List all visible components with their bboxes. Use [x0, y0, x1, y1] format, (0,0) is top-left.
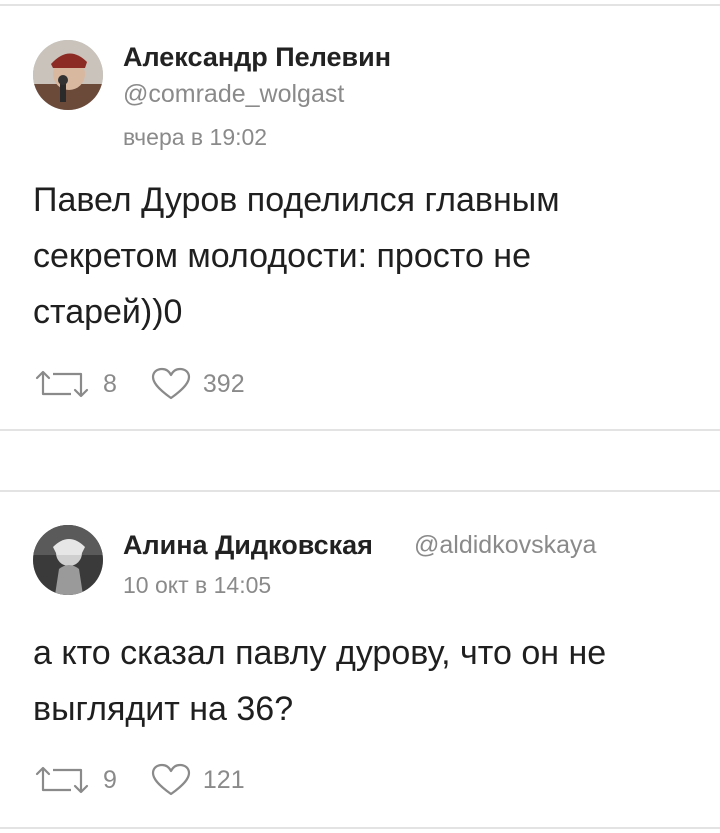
repost-icon	[35, 766, 89, 794]
post-text: а кто сказал павлу дурову, что он не выг…	[33, 625, 673, 737]
author-handle[interactable]: @aldidkovskaya	[414, 531, 596, 560]
like-count: 392	[202, 369, 245, 398]
repost-button[interactable]: 8	[33, 369, 117, 399]
author-name[interactable]: Алина Дидковская	[123, 530, 373, 561]
post-card: Алина Дидковская @aldidkovskaya 10 окт в…	[0, 492, 720, 829]
post-text-line: выглядит на 36?	[33, 690, 294, 728]
like-button[interactable]: 392	[151, 367, 245, 401]
avatar-photo	[33, 525, 103, 595]
repost-count: 8	[103, 369, 117, 398]
post-timestamp[interactable]: вчера в 19:02	[123, 124, 267, 151]
post-text-line: Павел Дуров поделился главным	[33, 181, 560, 219]
post-text-line: секретом молодости: просто не	[33, 237, 531, 275]
post-text-line: старей))0	[33, 293, 183, 331]
avatar[interactable]	[33, 40, 103, 110]
heart-icon	[151, 367, 191, 400]
like-count: 121	[202, 765, 245, 794]
post-text: Павел Дуров поделился главным секретом м…	[33, 172, 673, 340]
post-card: Александр Пелевин @comrade_wolgast вчера…	[0, 0, 720, 430]
repost-button[interactable]: 9	[33, 765, 117, 795]
post-actions: 8 392	[33, 364, 245, 404]
post-divider	[0, 429, 720, 431]
avatar[interactable]	[33, 525, 103, 595]
post-timestamp[interactable]: 10 окт в 14:05	[123, 572, 271, 599]
author-name[interactable]: Александр Пелевин	[123, 42, 391, 73]
heart-icon	[151, 763, 191, 796]
avatar-photo	[33, 40, 103, 110]
post-text-line: а кто сказал павлу дурову, что он не	[33, 634, 607, 672]
post-actions: 9 121	[33, 760, 245, 800]
repost-icon	[35, 370, 89, 398]
bottom-divider	[0, 827, 720, 829]
repost-count: 9	[103, 765, 117, 794]
author-handle[interactable]: @comrade_wolgast	[123, 80, 344, 109]
like-button[interactable]: 121	[151, 763, 245, 797]
